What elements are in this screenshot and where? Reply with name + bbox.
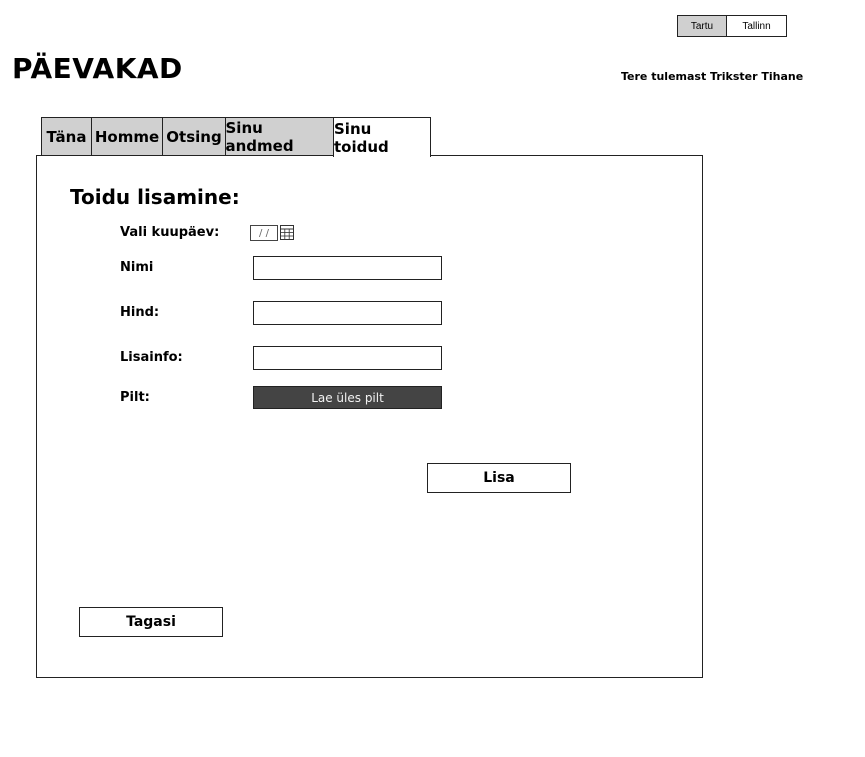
name-input[interactable] bbox=[253, 256, 442, 280]
back-button[interactable]: Tagasi bbox=[79, 607, 223, 637]
city-toggle: Tartu Tallinn bbox=[677, 15, 787, 37]
tab-otsing[interactable]: Otsing bbox=[162, 117, 226, 156]
calendar-icon[interactable] bbox=[280, 225, 294, 240]
info-input[interactable] bbox=[253, 346, 442, 370]
tab-sinu-andmed[interactable]: Sinu andmed bbox=[224, 117, 335, 156]
page: Tartu Tallinn PÄEVAKAD Tere tulemast Tri… bbox=[0, 0, 865, 757]
image-label: Pilt: bbox=[120, 390, 150, 405]
date-field[interactable]: / / bbox=[250, 225, 278, 241]
price-label: Hind: bbox=[120, 305, 160, 320]
tab-tana[interactable]: Täna bbox=[41, 117, 92, 156]
name-label: Nimi bbox=[120, 260, 154, 275]
city-option-tallinn[interactable]: Tallinn bbox=[727, 16, 786, 36]
city-option-tartu[interactable]: Tartu bbox=[678, 16, 727, 36]
price-input[interactable] bbox=[253, 301, 442, 325]
tab-sinu-toidud[interactable]: Sinu toidud bbox=[333, 117, 431, 157]
welcome-text: Tere tulemast Trikster Tihane bbox=[621, 70, 804, 83]
form-title: Toidu lisamine: bbox=[70, 185, 240, 209]
tab-bar: Täna Homme Otsing Sinu andmed Sinu toidu… bbox=[41, 117, 431, 157]
date-label: Vali kuupäev: bbox=[120, 225, 220, 240]
app-title: PÄEVAKAD bbox=[12, 52, 183, 85]
tab-homme[interactable]: Homme bbox=[90, 117, 164, 156]
add-button[interactable]: Lisa bbox=[427, 463, 571, 493]
upload-image-button[interactable]: Lae üles pilt bbox=[253, 386, 442, 409]
info-label: Lisainfo: bbox=[120, 350, 183, 365]
